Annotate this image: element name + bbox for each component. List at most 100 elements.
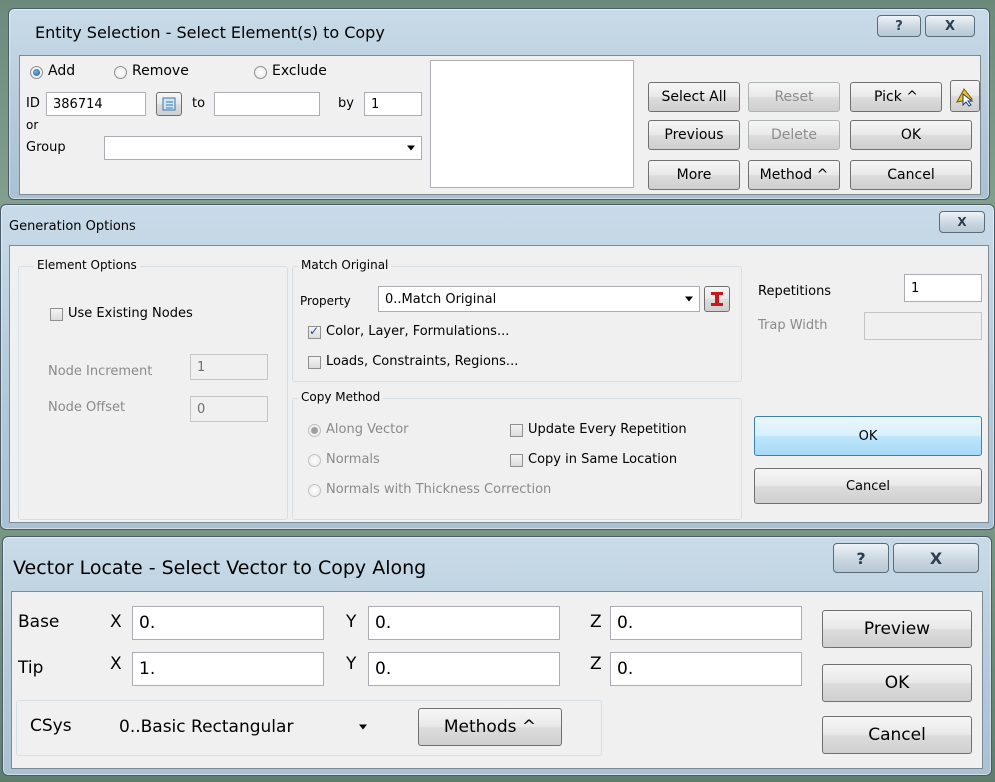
copy-same-location-checkbox[interactable]	[510, 454, 523, 467]
chevron-down-icon	[685, 296, 693, 302]
preview-button[interactable]: Preview	[822, 610, 972, 648]
element-options-title: Element Options	[34, 258, 140, 272]
vector-locate-dialog: Vector Locate - Select Vector to Copy Al…	[2, 536, 992, 776]
property-label: Property	[300, 294, 351, 308]
help-button[interactable]: ?	[877, 15, 921, 37]
ok-button[interactable]: OK	[822, 664, 972, 702]
node-offset-input[interactable]: 0	[190, 396, 268, 422]
close-button[interactable]: X	[939, 211, 985, 233]
copy-method-title: Copy Method	[298, 390, 384, 404]
pick-button[interactable]: Pick ^	[850, 82, 942, 112]
previous-button[interactable]: Previous	[648, 120, 740, 150]
add-radio[interactable]	[30, 66, 43, 79]
ok-button[interactable]: OK	[754, 416, 982, 456]
node-offset-label: Node Offset	[48, 400, 126, 415]
group-label: Group	[26, 140, 66, 155]
along-vector-radio[interactable]	[308, 424, 321, 437]
entity-selection-client: Add Remove Exclude ID 386714 to by 1 or …	[19, 55, 981, 195]
close-icon: X	[944, 18, 956, 34]
tip-z-input[interactable]: 0.	[610, 652, 802, 686]
color-layer-label: Color, Layer, Formulations...	[326, 324, 510, 339]
color-layer-checkbox[interactable]	[308, 324, 321, 339]
close-button[interactable]: X	[893, 543, 979, 573]
to-label: to	[192, 96, 206, 111]
base-y-input[interactable]: 0.	[368, 606, 560, 640]
normals-radio[interactable]	[308, 454, 321, 467]
method-button[interactable]: Method ^	[748, 160, 840, 190]
base-z-label: Z	[590, 612, 602, 632]
tip-label: Tip	[18, 658, 44, 678]
csys-combo: 0..Basic Rectangular	[112, 710, 402, 744]
trap-width-input[interactable]	[864, 312, 982, 340]
normals-label: Normals	[326, 452, 380, 467]
normals-thickness-radio[interactable]	[308, 484, 321, 497]
tip-x-input[interactable]: 1.	[132, 652, 324, 686]
group-combo[interactable]	[104, 136, 422, 160]
entity-selection-dialog: Entity Selection - Select Element(s) to …	[8, 8, 990, 200]
remove-radio[interactable]	[114, 66, 127, 79]
more-button[interactable]: More	[648, 160, 740, 190]
by-input[interactable]: 1	[364, 92, 422, 116]
chevron-down-icon	[407, 145, 415, 151]
i-beam-icon	[711, 292, 723, 306]
normals-thickness-label: Normals with Thickness Correction	[326, 482, 552, 497]
cancel-button[interactable]: Cancel	[850, 160, 972, 190]
property-pick-button[interactable]	[704, 286, 730, 312]
ok-button[interactable]: OK	[850, 120, 972, 150]
generation-options-dialog: Generation Options X Element Options Use…	[0, 204, 995, 530]
pick-tool-button[interactable]	[950, 80, 980, 112]
selection-list[interactable]	[430, 60, 634, 188]
loads-constraints-label: Loads, Constraints, Regions...	[326, 354, 519, 369]
or-label: or	[26, 118, 39, 132]
list-icon	[162, 97, 176, 111]
trap-width-label: Trap Width	[758, 318, 828, 333]
tip-y-input[interactable]: 0.	[368, 652, 560, 686]
along-vector-label: Along Vector	[326, 422, 409, 437]
id-label: ID	[26, 96, 40, 111]
use-existing-nodes-checkbox[interactable]	[50, 308, 63, 321]
generation-options-title: Generation Options	[9, 219, 136, 234]
by-label: by	[338, 96, 354, 111]
remove-label: Remove	[132, 63, 189, 79]
close-icon: X	[929, 548, 943, 568]
close-button[interactable]: X	[925, 15, 975, 37]
add-label: Add	[48, 63, 76, 79]
methods-button[interactable]: Methods ^	[418, 708, 562, 746]
id-list-button[interactable]	[156, 92, 182, 116]
to-input[interactable]	[214, 92, 320, 116]
copy-same-location-label: Copy in Same Location	[528, 452, 678, 467]
help-button[interactable]: ?	[833, 543, 889, 573]
base-y-label: Y	[346, 612, 357, 632]
loads-constraints-checkbox[interactable]	[308, 356, 321, 369]
property-combo[interactable]: 0..Match Original	[378, 286, 700, 312]
repetitions-label: Repetitions	[758, 284, 832, 299]
update-every-label: Update Every Repetition	[528, 422, 687, 437]
pointer-icon	[956, 88, 974, 107]
use-existing-nodes-label: Use Existing Nodes	[68, 306, 193, 321]
reset-button[interactable]: Reset	[748, 82, 840, 112]
node-increment-input[interactable]: 1	[190, 354, 268, 380]
close-icon: X	[957, 215, 967, 229]
entity-selection-title: Entity Selection - Select Element(s) to …	[35, 23, 385, 42]
cancel-button[interactable]: Cancel	[754, 468, 982, 504]
tip-y-label: Y	[346, 654, 357, 674]
base-x-label: X	[110, 612, 122, 632]
id-input[interactable]: 386714	[46, 92, 146, 116]
base-z-input[interactable]: 0.	[610, 606, 802, 640]
base-label: Base	[18, 612, 60, 632]
vector-locate-client: Base X 0. Y 0. Z 0. Tip X 1. Y 0. Z 0. C…	[11, 591, 983, 769]
update-every-checkbox[interactable]	[510, 424, 523, 437]
generation-options-client: Element Options Use Existing Nodes Node …	[9, 245, 989, 523]
cancel-button[interactable]: Cancel	[822, 716, 972, 754]
base-x-input[interactable]: 0.	[132, 606, 324, 640]
exclude-radio[interactable]	[254, 66, 267, 79]
tip-z-label: Z	[590, 654, 602, 674]
element-options-group	[18, 266, 288, 520]
select-all-button[interactable]: Select All	[648, 82, 740, 112]
repetitions-input[interactable]: 1	[904, 274, 982, 302]
csys-label: CSys	[30, 716, 72, 736]
vector-locate-title: Vector Locate - Select Vector to Copy Al…	[13, 557, 427, 579]
tip-x-label: X	[110, 654, 122, 674]
match-original-title: Match Original	[298, 258, 392, 272]
delete-button[interactable]: Delete	[748, 120, 840, 150]
